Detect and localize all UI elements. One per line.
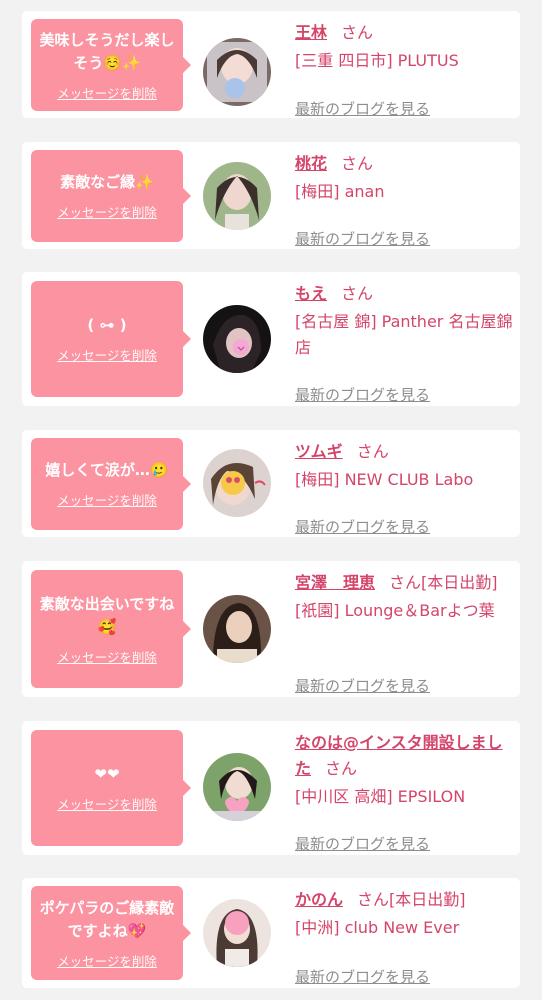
shop-info: [名古屋 錦] Panther 名古屋錦店 (295, 312, 513, 357)
profile-info: 桃花 さん [梅田] anan 最新のブログを見る (295, 151, 515, 248)
message-bubble: 嬉しくて涙が…🥲 メッセージを削除 (31, 438, 191, 530)
avatar[interactable] (203, 753, 271, 821)
avatar[interactable] (203, 38, 271, 106)
message-list: 美味しそうだし楽しそう☺️✨ メッセージを削除 王林 さん [三重 四日市] PL… (0, 0, 542, 1000)
message-text: 美味しそうだし楽しそう☺️✨ (39, 30, 175, 72)
message-text: ❤❤ (94, 765, 120, 783)
profile-info: 宮澤 理恵 さん[本日出勤] [祇園] Lounge＆Barよつ葉 最新のブログを… (295, 570, 515, 695)
delete-message-link[interactable]: メッセージを削除 (57, 490, 157, 509)
shop-info: [梅田] NEW CLUB Labo (295, 470, 474, 489)
san-label: さん (341, 154, 374, 173)
message-bubble: 美味しそうだし楽しそう☺️✨ メッセージを削除 (31, 19, 191, 111)
cast-name-link[interactable]: もえ (295, 284, 327, 303)
message-text: 素敵なご縁✨ (60, 173, 154, 191)
message-card: 嬉しくて涙が…🥲 メッセージを削除 ツムギ さん [梅田] NEW CLUB La… (22, 430, 520, 537)
latest-blog-link[interactable]: 最新のブログを見る (295, 98, 430, 119)
delete-message-link[interactable]: メッセージを削除 (57, 345, 157, 364)
delete-message-link[interactable]: メッセージを削除 (57, 794, 157, 813)
san-label: さん (356, 442, 389, 461)
message-card: ( ⊶ ) メッセージを削除 もえ さん [名古屋 錦] Panther 名古屋錦… (22, 272, 520, 406)
san-label: さん (325, 759, 358, 778)
profile-info: なのは@インスタ開設しました さん [中川区 高畑] EPSILON 最新のブログ… (295, 730, 515, 853)
shop-info: [祇園] Lounge＆Barよつ葉 (295, 601, 495, 620)
message-card: ポケパラのご縁素敵ですよね💖 メッセージを削除 かのん さん[本日出勤] [中洲]… (22, 878, 520, 988)
cast-name-link[interactable]: 桃花 (295, 154, 327, 173)
message-text: ( ⊶ ) (87, 316, 127, 334)
message-text: 嬉しくて涙が…🥲 (45, 461, 169, 479)
shop-info: [梅田] anan (295, 182, 385, 201)
message-card: 美味しそうだし楽しそう☺️✨ メッセージを削除 王林 さん [三重 四日市] PL… (22, 11, 520, 118)
message-bubble: ( ⊶ ) メッセージを削除 (31, 281, 191, 397)
san-label: さん (357, 890, 390, 909)
delete-message-link[interactable]: メッセージを削除 (57, 83, 157, 102)
cast-name-link[interactable]: かのん (295, 890, 343, 909)
profile-info: 王林 さん [三重 四日市] PLUTUS 最新のブログを見る (295, 20, 515, 118)
avatar[interactable] (203, 305, 271, 373)
message-text: 素敵な出会いですね🥰 (39, 594, 175, 636)
avatar[interactable] (203, 899, 271, 967)
message-card: 素敵なご縁✨ メッセージを削除 桃花 さん [梅田] anan 最新のブログを見る (22, 142, 520, 249)
latest-blog-link[interactable]: 最新のブログを見る (295, 228, 430, 249)
latest-blog-link[interactable]: 最新のブログを見る (295, 833, 430, 854)
avatar[interactable] (203, 162, 271, 230)
cast-name-link[interactable]: ツムギ (295, 442, 343, 461)
attendance-status: [本日出勤] (421, 573, 498, 592)
latest-blog-link[interactable]: 最新のブログを見る (295, 384, 430, 405)
san-label: さん (341, 23, 374, 42)
cast-name-link[interactable]: 宮澤 理恵 (295, 573, 375, 592)
latest-blog-link[interactable]: 最新のブログを見る (295, 966, 430, 987)
shop-info: [中川区 高畑] EPSILON (295, 787, 466, 806)
message-card: 素敵な出会いですね🥰 メッセージを削除 宮澤 理恵 さん[本日出勤] [祇園] L… (22, 561, 520, 697)
message-text: ポケパラのご縁素敵ですよね💖 (39, 898, 175, 940)
message-bubble: 素敵な出会いですね🥰 メッセージを削除 (31, 570, 191, 688)
attendance-status: [本日出勤] (389, 890, 466, 909)
message-bubble: ❤❤ メッセージを削除 (31, 730, 191, 846)
shop-info: [三重 四日市] PLUTUS (295, 51, 459, 70)
avatar[interactable] (203, 595, 271, 663)
latest-blog-link[interactable]: 最新のブログを見る (295, 516, 430, 537)
san-label: さん (389, 573, 422, 592)
profile-info: ツムギ さん [梅田] NEW CLUB Labo 最新のブログを見る (295, 439, 515, 536)
latest-blog-link[interactable]: 最新のブログを見る (295, 675, 430, 696)
delete-message-link[interactable]: メッセージを削除 (57, 951, 157, 970)
profile-info: もえ さん [名古屋 錦] Panther 名古屋錦店 最新のブログを見る (295, 281, 515, 404)
delete-message-link[interactable]: メッセージを削除 (57, 647, 157, 666)
san-label: さん (341, 284, 374, 303)
profile-info: かのん さん[本日出勤] [中洲] club New Ever 最新のブログを見る (295, 887, 515, 986)
message-card: ❤❤ メッセージを削除 なのは@インスタ開設しました さん [中川区 高畑] EP… (22, 721, 520, 855)
cast-name-link[interactable]: 王林 (295, 23, 327, 42)
message-bubble: 素敵なご縁✨ メッセージを削除 (31, 150, 191, 242)
avatar[interactable] (203, 449, 271, 517)
shop-info: [中洲] club New Ever (295, 918, 460, 937)
delete-message-link[interactable]: メッセージを削除 (57, 202, 157, 221)
message-bubble: ポケパラのご縁素敵ですよね💖 メッセージを削除 (31, 886, 191, 980)
